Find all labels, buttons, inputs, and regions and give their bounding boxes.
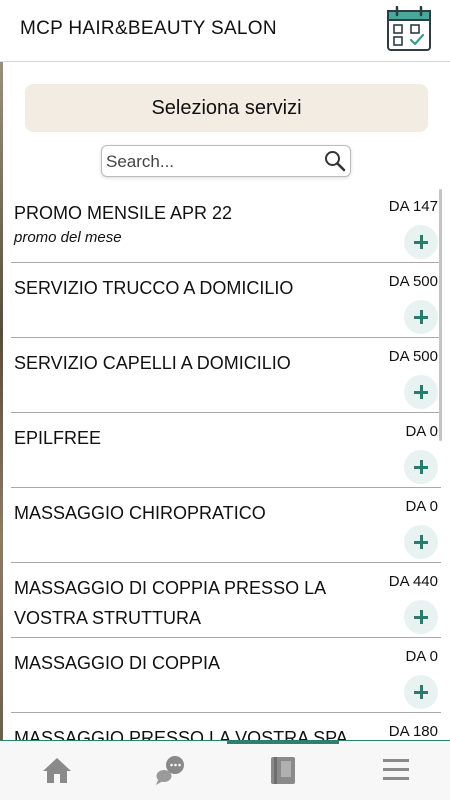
service-price: DA 147 <box>388 198 438 215</box>
service-item[interactable]: MASSAGGIO PRESSO LA VOSTRA SPA DA 180 <box>11 713 441 740</box>
add-service-button[interactable] <box>404 450 438 484</box>
add-service-button[interactable] <box>404 525 438 559</box>
app-title: MCP HAIR&BEAUTY SALON <box>20 18 277 39</box>
service-item[interactable]: PROMO MENSILE APR 22 promo del mese DA 1… <box>11 188 441 263</box>
add-service-button[interactable] <box>404 300 438 334</box>
service-name: MASSAGGIO CHIROPRATICO <box>14 503 266 523</box>
service-item[interactable]: SERVIZIO CAPELLI A DOMICILIO DA 500 <box>11 338 441 413</box>
home-icon[interactable] <box>42 755 72 785</box>
service-item[interactable]: MASSAGGIO DI COPPIA DA 0 <box>11 638 441 713</box>
service-name: MASSAGGIO PRESSO LA VOSTRA SPA <box>14 728 348 740</box>
active-tab-indicator <box>227 740 339 744</box>
services-list[interactable]: PROMO MENSILE APR 22 promo del mese DA 1… <box>0 188 450 740</box>
add-service-button[interactable] <box>404 225 438 259</box>
service-name: EPILFREE <box>14 428 102 448</box>
book-icon[interactable] <box>268 755 298 785</box>
service-price: DA 180 <box>388 723 438 740</box>
service-price: DA 440 <box>388 573 438 590</box>
calendar-check-icon[interactable] <box>386 6 432 52</box>
service-item[interactable]: EPILFREE DA 0 <box>11 413 441 488</box>
add-service-button[interactable] <box>404 375 438 409</box>
add-service-button[interactable] <box>404 675 438 709</box>
search-icon[interactable] <box>323 149 347 173</box>
service-item[interactable]: MASSAGGIO DI COPPIA PRESSO LA VOSTRA STR… <box>11 563 441 638</box>
service-name: SERVIZIO CAPELLI A DOMICILIO <box>14 353 291 373</box>
service-item[interactable]: MASSAGGIO CHIROPRATICO DA 0 <box>11 488 441 563</box>
add-service-button[interactable] <box>404 600 438 634</box>
service-name: MASSAGGIO DI COPPIA PRESSO LA VOSTRA STR… <box>14 578 326 628</box>
service-item[interactable]: SERVIZIO TRUCCO A DOMICILIO DA 500 <box>11 263 441 338</box>
service-price: DA 0 <box>405 423 438 440</box>
service-price: DA 0 <box>405 648 438 665</box>
chat-icon[interactable] <box>155 755 185 785</box>
list-scrollbar[interactable] <box>439 189 442 441</box>
service-price: DA 500 <box>388 273 438 290</box>
top-bar: MCP HAIR&BEAUTY SALON <box>0 0 450 62</box>
search-input[interactable] <box>106 149 318 174</box>
section-title: Seleziona servizi <box>25 84 428 132</box>
service-price: DA 500 <box>388 348 438 365</box>
service-subtitle: promo del mese <box>14 229 122 246</box>
menu-icon[interactable] <box>381 755 411 785</box>
service-name: SERVIZIO TRUCCO A DOMICILIO <box>14 278 294 298</box>
service-name: PROMO MENSILE APR 22 <box>14 203 233 223</box>
service-price: DA 0 <box>405 498 438 515</box>
search-box[interactable] <box>101 145 351 177</box>
service-name: MASSAGGIO DI COPPIA <box>14 653 221 673</box>
